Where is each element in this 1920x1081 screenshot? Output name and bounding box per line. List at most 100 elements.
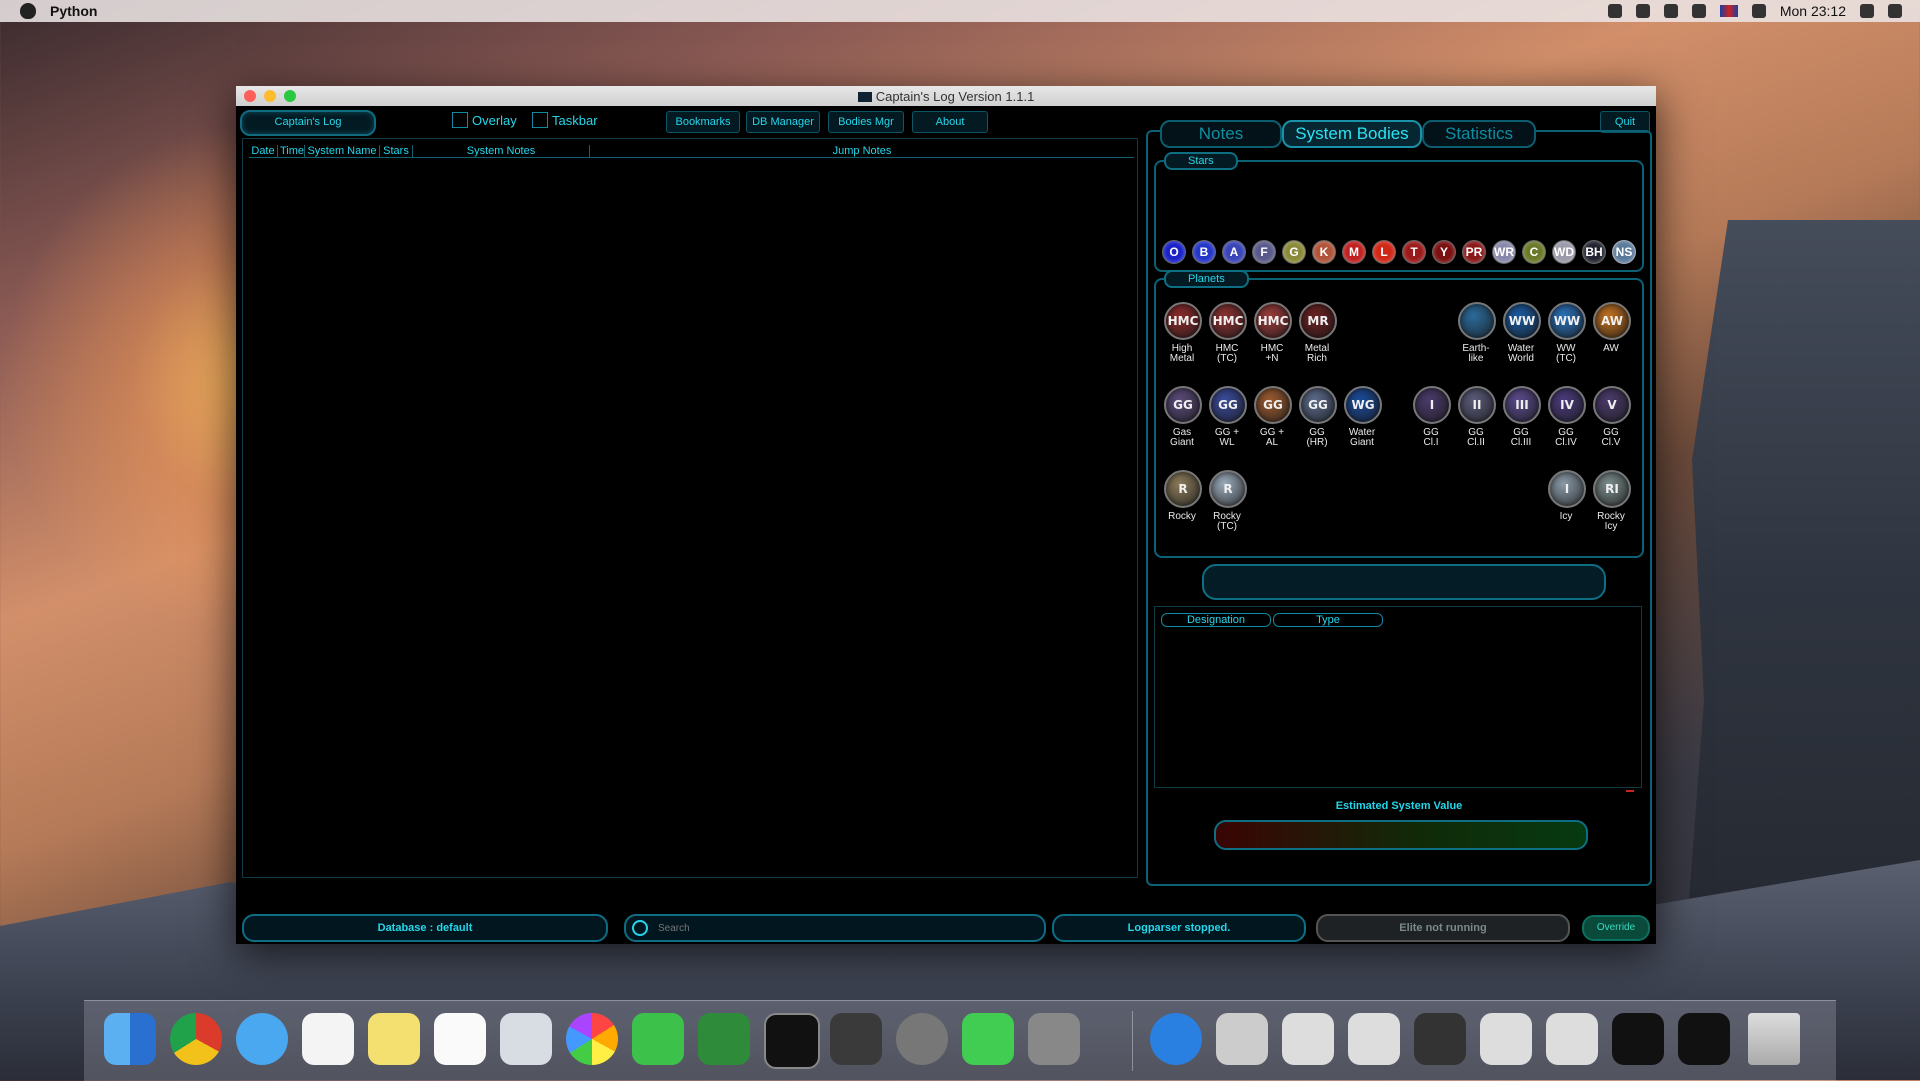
planet-button-row1-2[interactable]: HMC HMC +N xyxy=(1254,302,1292,364)
minimized-window-3-icon[interactable] xyxy=(1414,1013,1466,1065)
column-stars[interactable]: Stars xyxy=(380,145,413,157)
tab-system-bodies[interactable]: System Bodies xyxy=(1282,120,1422,148)
finder-icon[interactable] xyxy=(104,1013,156,1065)
planet-icon[interactable]: IV xyxy=(1548,386,1586,424)
planet-button-row1-right-1[interactable]: WW Water World xyxy=(1503,302,1541,364)
planet-button-row1-right-0[interactable]: Earth- like xyxy=(1458,302,1496,364)
planet-icon[interactable]: R xyxy=(1164,470,1202,508)
trash-icon[interactable] xyxy=(1748,1013,1800,1065)
planet-icon[interactable]: HMC xyxy=(1164,302,1202,340)
time-machine-icon[interactable] xyxy=(1663,4,1678,18)
minimized-window-6-icon[interactable] xyxy=(1612,1013,1664,1065)
planet-button-row3-1[interactable]: R Rocky (TC) xyxy=(1209,470,1247,532)
star-button-g[interactable]: G xyxy=(1282,240,1306,264)
planet-icon[interactable]: WG xyxy=(1344,386,1382,424)
star-button-c[interactable]: C xyxy=(1522,240,1546,264)
planet-icon[interactable]: GG xyxy=(1254,386,1292,424)
planet-button-row2-2[interactable]: GG GG + AL xyxy=(1254,386,1292,448)
override-button[interactable]: Override xyxy=(1582,915,1650,941)
app-store-icon[interactable] xyxy=(1150,1013,1202,1065)
chrome-icon[interactable] xyxy=(170,1013,222,1065)
brightness-icon[interactable] xyxy=(1607,4,1622,18)
about-button[interactable]: About xyxy=(912,111,988,133)
facetime-icon[interactable] xyxy=(632,1013,684,1065)
planet-button-row2-right-3[interactable]: IV GG Cl.IV xyxy=(1548,386,1586,448)
app-name[interactable]: Python xyxy=(50,3,97,19)
planet-button-row2-0[interactable]: GG Gas Giant xyxy=(1164,386,1202,448)
minimized-window-1-icon[interactable] xyxy=(1282,1013,1334,1065)
star-button-ns[interactable]: NS xyxy=(1612,240,1636,264)
planet-icon[interactable]: WW xyxy=(1548,302,1586,340)
star-button-b[interactable]: B xyxy=(1192,240,1216,264)
photos-icon[interactable] xyxy=(566,1013,618,1065)
bluetooth-icon[interactable] xyxy=(1635,4,1650,18)
planet-button-row2-right-4[interactable]: V GG Cl.V xyxy=(1593,386,1631,448)
elite-launcher-icon[interactable] xyxy=(830,1013,882,1065)
planet-icon[interactable]: GG xyxy=(1209,386,1247,424)
star-button-k[interactable]: K xyxy=(1312,240,1336,264)
planet-icon[interactable]: HMC xyxy=(1209,302,1247,340)
planet-icon[interactable]: II xyxy=(1458,386,1496,424)
planet-icon[interactable]: R xyxy=(1209,470,1247,508)
minimized-window-4-icon[interactable] xyxy=(1480,1013,1532,1065)
launchpad-icon[interactable] xyxy=(1028,1013,1080,1065)
input-source-flag-icon[interactable] xyxy=(1719,5,1738,17)
reminders-icon[interactable] xyxy=(434,1013,486,1065)
star-button-wr[interactable]: WR xyxy=(1492,240,1516,264)
planet-button-row1-right-3[interactable]: AW AW xyxy=(1593,302,1631,354)
planet-button-row1-1[interactable]: HMC HMC (TC) xyxy=(1209,302,1247,364)
taskbar-checkbox[interactable]: Taskbar xyxy=(532,112,598,128)
planet-button-row2-3[interactable]: GG GG (HR) xyxy=(1299,386,1337,448)
planet-button-row3-0[interactable]: R Rocky xyxy=(1164,470,1202,522)
minimized-window-2-icon[interactable] xyxy=(1348,1013,1400,1065)
search-input[interactable] xyxy=(656,922,1000,935)
column-jump-notes[interactable]: Jump Notes xyxy=(590,145,1134,157)
star-button-l[interactable]: L xyxy=(1372,240,1396,264)
planet-icon[interactable]: WW xyxy=(1503,302,1541,340)
planet-icon[interactable]: GG xyxy=(1164,386,1202,424)
eject-icon[interactable] xyxy=(1751,4,1766,18)
system-preferences-icon[interactable] xyxy=(896,1013,948,1065)
preview-icon[interactable] xyxy=(500,1013,552,1065)
star-button-t[interactable]: T xyxy=(1402,240,1426,264)
planet-icon[interactable] xyxy=(1458,302,1496,340)
db-manager-button[interactable]: DB Manager xyxy=(746,111,820,133)
taskbar-checkbox-box[interactable] xyxy=(532,112,548,128)
star-button-m[interactable]: M xyxy=(1342,240,1366,264)
star-button-bh[interactable]: BH xyxy=(1582,240,1606,264)
calendar-icon[interactable] xyxy=(302,1013,354,1065)
planet-icon[interactable]: I xyxy=(1548,470,1586,508)
captains-log-button[interactable]: Captain's Log xyxy=(240,110,376,136)
search-bar[interactable] xyxy=(624,914,1046,942)
planet-icon[interactable]: AW xyxy=(1593,302,1631,340)
notification-center-icon[interactable] xyxy=(1888,4,1902,18)
planet-button-row3-right-0[interactable]: I Icy xyxy=(1548,470,1586,522)
planet-button-row2-right-1[interactable]: II GG Cl.II xyxy=(1458,386,1496,448)
bodies-mgr-button[interactable]: Bodies Mgr xyxy=(828,111,904,133)
planet-icon[interactable]: GG xyxy=(1299,386,1337,424)
star-button-a[interactable]: A xyxy=(1222,240,1246,264)
terminal-icon[interactable] xyxy=(764,1013,820,1069)
notes-icon[interactable] xyxy=(368,1013,420,1065)
column-date[interactable]: Date xyxy=(249,145,278,157)
downloads-stack-icon[interactable] xyxy=(1216,1013,1268,1065)
planet-button-row2-4[interactable]: WG Water Giant xyxy=(1344,386,1382,448)
planet-button-row2-right-2[interactable]: III GG Cl.III xyxy=(1503,386,1541,448)
column-system-name[interactable]: System Name xyxy=(305,145,380,157)
planet-icon[interactable]: I xyxy=(1413,386,1451,424)
planet-button-row1-right-2[interactable]: WW WW (TC) xyxy=(1548,302,1586,364)
planet-icon[interactable]: HMC xyxy=(1254,302,1292,340)
planet-icon[interactable]: III xyxy=(1503,386,1541,424)
planet-button-row2-1[interactable]: GG GG + WL xyxy=(1209,386,1247,448)
spotlight-search-icon[interactable] xyxy=(1860,4,1874,18)
tab-notes[interactable]: Notes xyxy=(1160,120,1282,148)
apple-icon[interactable] xyxy=(20,3,36,19)
messages-icon[interactable] xyxy=(236,1013,288,1065)
column-designation[interactable]: Designation xyxy=(1161,613,1271,627)
star-button-o[interactable]: O xyxy=(1162,240,1186,264)
volume-icon[interactable] xyxy=(1691,4,1706,18)
qt-creator-icon[interactable] xyxy=(962,1013,1014,1065)
star-button-pr[interactable]: PR xyxy=(1462,240,1486,264)
column-time[interactable]: Time xyxy=(278,145,305,157)
star-button-f[interactable]: F xyxy=(1252,240,1276,264)
